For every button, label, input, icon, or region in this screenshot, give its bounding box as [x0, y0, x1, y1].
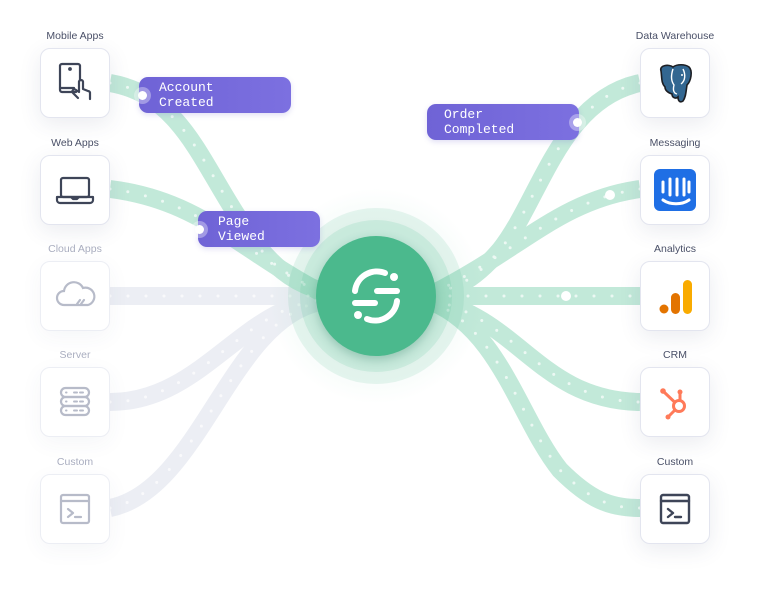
terminal-icon: [659, 493, 691, 525]
intercom-icon: [654, 169, 696, 211]
event-label: Order Completed: [444, 107, 515, 137]
cloud-icon: [55, 281, 96, 307]
event-connector-dot: [138, 90, 147, 100]
source-label: Mobile Apps: [46, 30, 104, 42]
event-label: Page Viewed: [218, 214, 265, 244]
destination-label: Data Warehouse: [635, 30, 715, 42]
hubspot-icon: [660, 388, 686, 420]
laptop-icon: [55, 176, 95, 205]
event-connector-dot: [195, 224, 204, 234]
destination-card[interactable]: [640, 367, 710, 437]
flow-particle: [605, 190, 615, 200]
mobile-touch-icon: [58, 62, 92, 101]
destination-card[interactable]: [640, 155, 710, 225]
event-page-viewed[interactable]: Page Viewed: [195, 211, 320, 247]
terminal-icon: [59, 493, 91, 525]
source-card[interactable]: [40, 48, 110, 118]
source-card[interactable]: [40, 474, 110, 544]
postgresql-elephant-icon: [659, 63, 692, 103]
source-card[interactable]: [40, 155, 110, 225]
segment-hub: [316, 236, 436, 356]
destination-label: Messaging: [649, 137, 701, 149]
source-card[interactable]: [40, 261, 110, 331]
google-analytics-icon: [659, 280, 692, 314]
event-order-completed[interactable]: Order Completed: [427, 104, 582, 140]
flow-particle: [561, 291, 571, 301]
destination-label: CRM: [663, 349, 687, 361]
source-label: Cloud Apps: [48, 243, 102, 255]
event-connector-dot: [573, 117, 582, 127]
segment-logo-icon: [352, 268, 400, 324]
destination-card[interactable]: [640, 261, 710, 331]
destination-label: Custom: [656, 456, 694, 468]
event-account-created[interactable]: Account Created: [138, 77, 291, 113]
source-label: Server: [59, 349, 91, 361]
source-label: Custom: [56, 456, 94, 468]
destination-card[interactable]: [640, 474, 710, 544]
source-card[interactable]: [40, 367, 110, 437]
source-label: Web Apps: [51, 137, 99, 149]
destination-label: Analytics: [653, 243, 696, 255]
destination-card[interactable]: [640, 48, 710, 118]
server-icon: [59, 386, 91, 417]
event-label: Account Created: [159, 80, 214, 110]
